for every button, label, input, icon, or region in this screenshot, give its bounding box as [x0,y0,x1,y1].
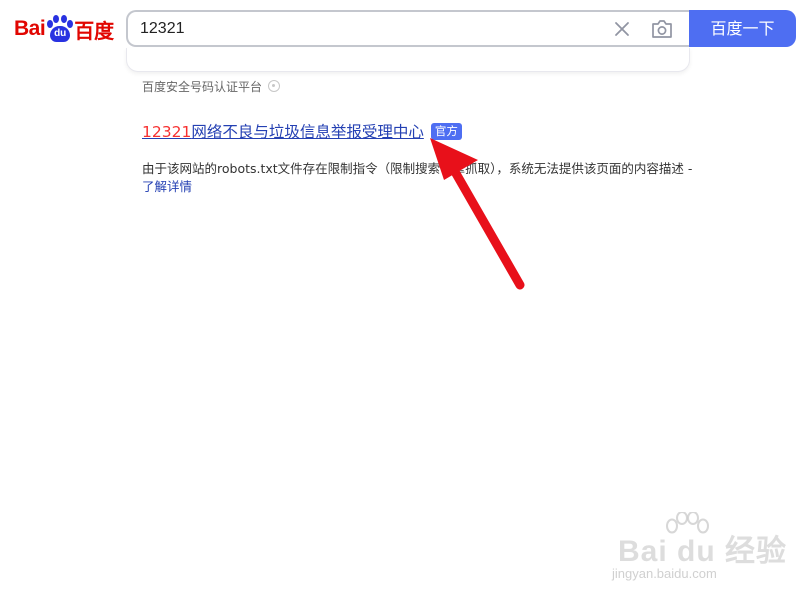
result-title-highlight: 12321 [142,123,192,141]
learn-more-link[interactable]: 了解详情 [142,179,192,194]
result-snippet: 由于该网站的robots.txt文件存在限制指令（限制搜索引擎抓取），系统无法提… [142,160,698,196]
baidu-logo[interactable]: Bai du 百度 [14,12,114,46]
search-button[interactable]: 百度一下 [689,10,796,47]
snippet-text: 由于该网站的robots.txt文件存在限制指令（限制搜索引擎抓取），系统无法提… [142,161,693,176]
result-title-link[interactable]: 12321网络不良与垃圾信息举报受理中心 [142,120,424,142]
paw-icon: du [47,15,74,43]
search-result: 百度安全号码认证平台 12321网络不良与垃圾信息举报受理中心 官方 由于该网站… [142,76,702,196]
search-input[interactable] [140,18,600,40]
search-box [126,10,690,47]
result-title-line: 12321网络不良与垃圾信息举报受理中心 官方 [142,120,702,142]
logo-text-du: du [54,28,67,39]
watermark: Bai du 经验 jingyan.baidu.com [608,512,788,592]
camera-icon[interactable] [650,18,674,40]
watermark-url: jingyan.baidu.com [612,566,717,581]
info-icon[interactable] [268,80,281,92]
logo-text-bai: Bai [14,17,46,40]
logo-text-baidu-cn: 百度 [74,18,115,43]
suggestion-dropdown-edge [126,48,690,72]
close-icon[interactable] [612,19,632,39]
watermark-text: Bai du 经验 [618,535,788,568]
source-line: 百度安全号码认证平台 [142,76,702,96]
result-title-text: 网络不良与垃圾信息举报受理中心 [191,123,424,141]
source-label: 百度安全号码认证平台 [142,79,263,94]
official-badge: 官方 [430,122,462,140]
